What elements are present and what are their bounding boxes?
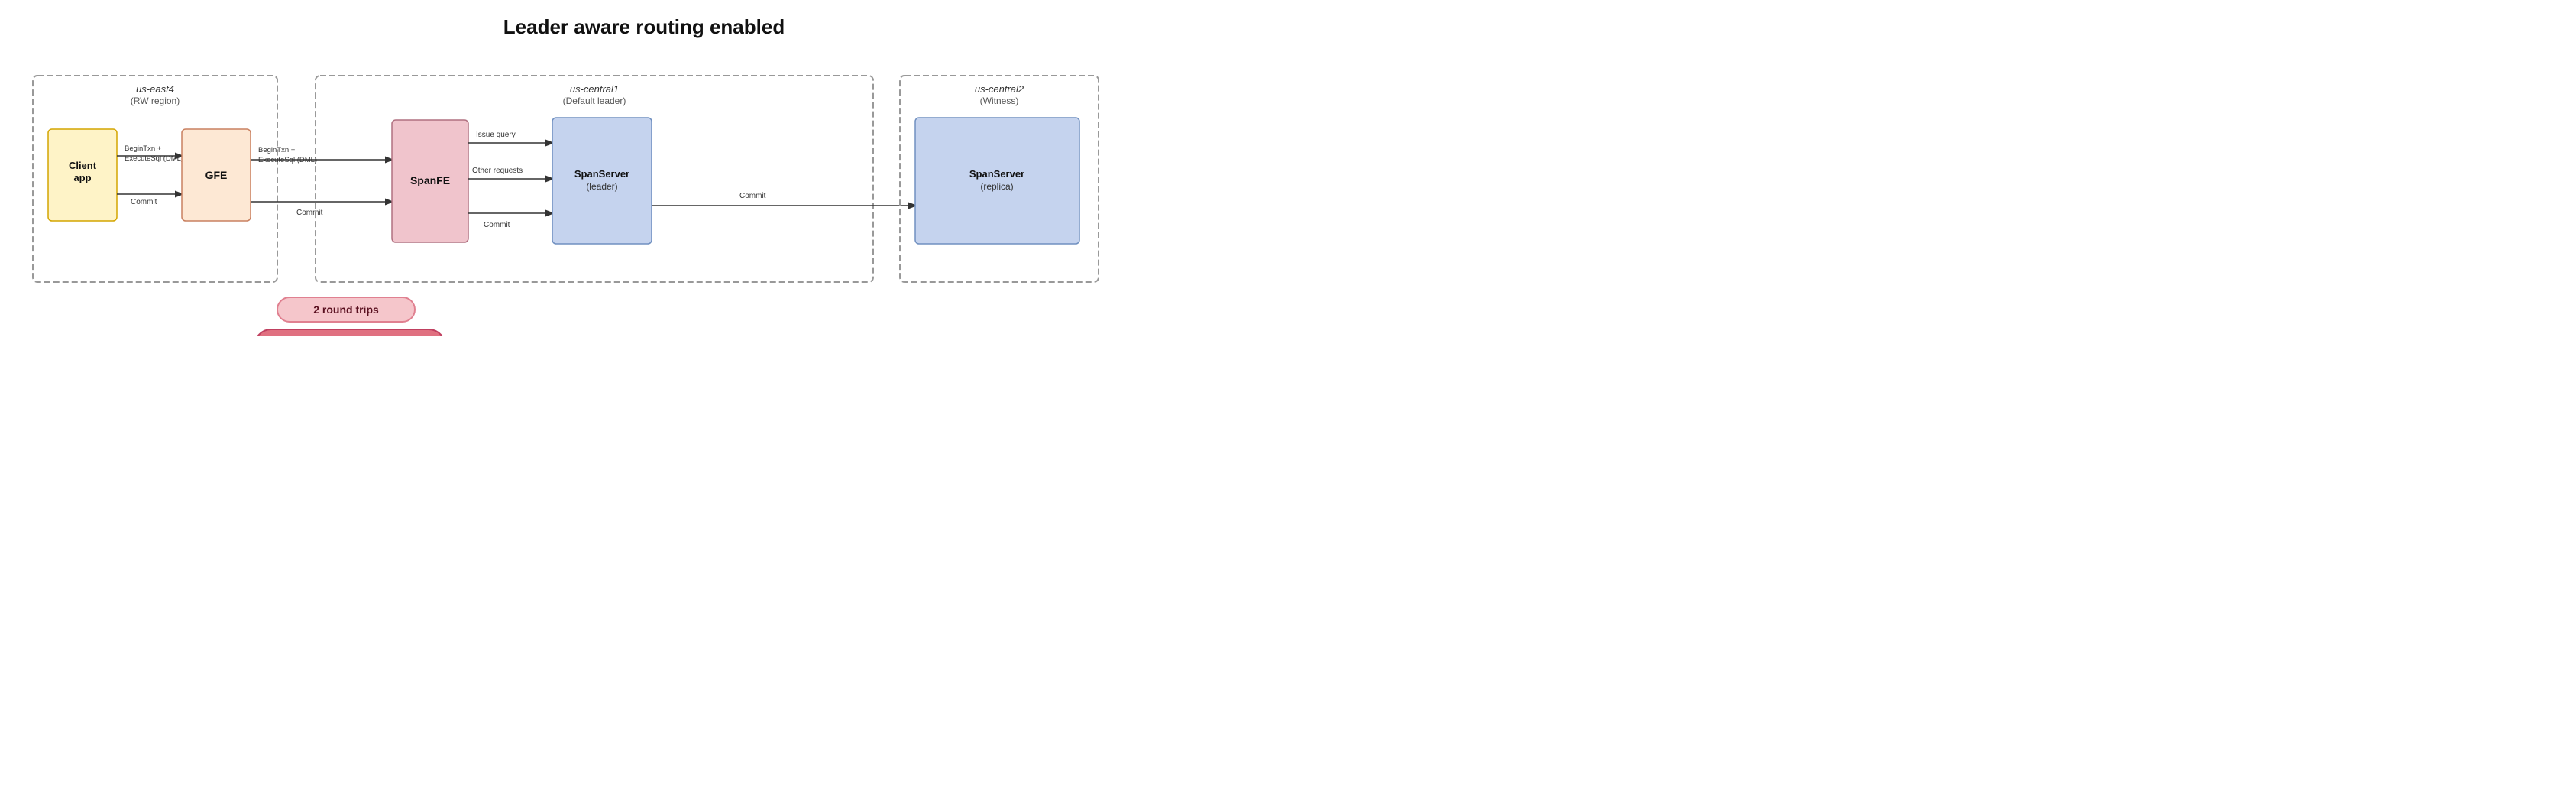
region-central-label: us-central1 xyxy=(570,83,619,95)
region-central2-sublabel: (Witness) xyxy=(980,96,1019,106)
region-central2-label: us-central2 xyxy=(975,83,1024,95)
spanserver-leader-label1: SpanServer xyxy=(574,168,629,180)
arrow-issue-query: Issue query xyxy=(476,131,516,139)
arrow-other-requests: Other requests xyxy=(472,167,523,175)
region-east-label: us-east4 xyxy=(136,83,174,95)
badge-latency-bg xyxy=(254,329,445,336)
page-title: Leader aware routing enabled xyxy=(23,15,1265,39)
arrow-commit-spanfe-leader: Commit xyxy=(484,221,510,229)
diagram-svg: us-east4 (RW region) Client app BeginTxn… xyxy=(25,53,1263,336)
gfe-label: GFE xyxy=(205,169,228,181)
spanserver-replica-label2: (replica) xyxy=(980,181,1013,192)
spanfe-label: SpanFE xyxy=(410,174,450,186)
arrow-gfe-begin-label1: BeginTxn + xyxy=(258,146,296,154)
arrow-commit-leader-replica: Commit xyxy=(739,192,766,200)
badge-roundtrips-text: 2 round trips xyxy=(313,303,379,316)
spanserver-leader-label2: (leader) xyxy=(586,181,617,192)
spanserver-replica-label1: SpanServer xyxy=(969,168,1024,180)
arrow-commit-east-label: Commit xyxy=(131,198,157,206)
region-central-sublabel: (Default leader) xyxy=(563,96,626,106)
client-app-label: Client xyxy=(69,160,97,171)
region-east-sublabel: (RW region) xyxy=(131,96,180,106)
client-app-label2: app xyxy=(73,172,91,183)
arrow-commit-gfe-spanfe: Commit xyxy=(296,209,323,217)
arrow-gfe-begin-label2: ExecuteSql (DML) xyxy=(258,156,317,164)
page: Leader aware routing enabled us-east4 (R… xyxy=(0,0,1288,400)
arrow-begin-txn-label2: ExecuteSql (DML) xyxy=(125,154,183,163)
arrow-begin-txn-label1: BeginTxn + xyxy=(125,144,162,153)
